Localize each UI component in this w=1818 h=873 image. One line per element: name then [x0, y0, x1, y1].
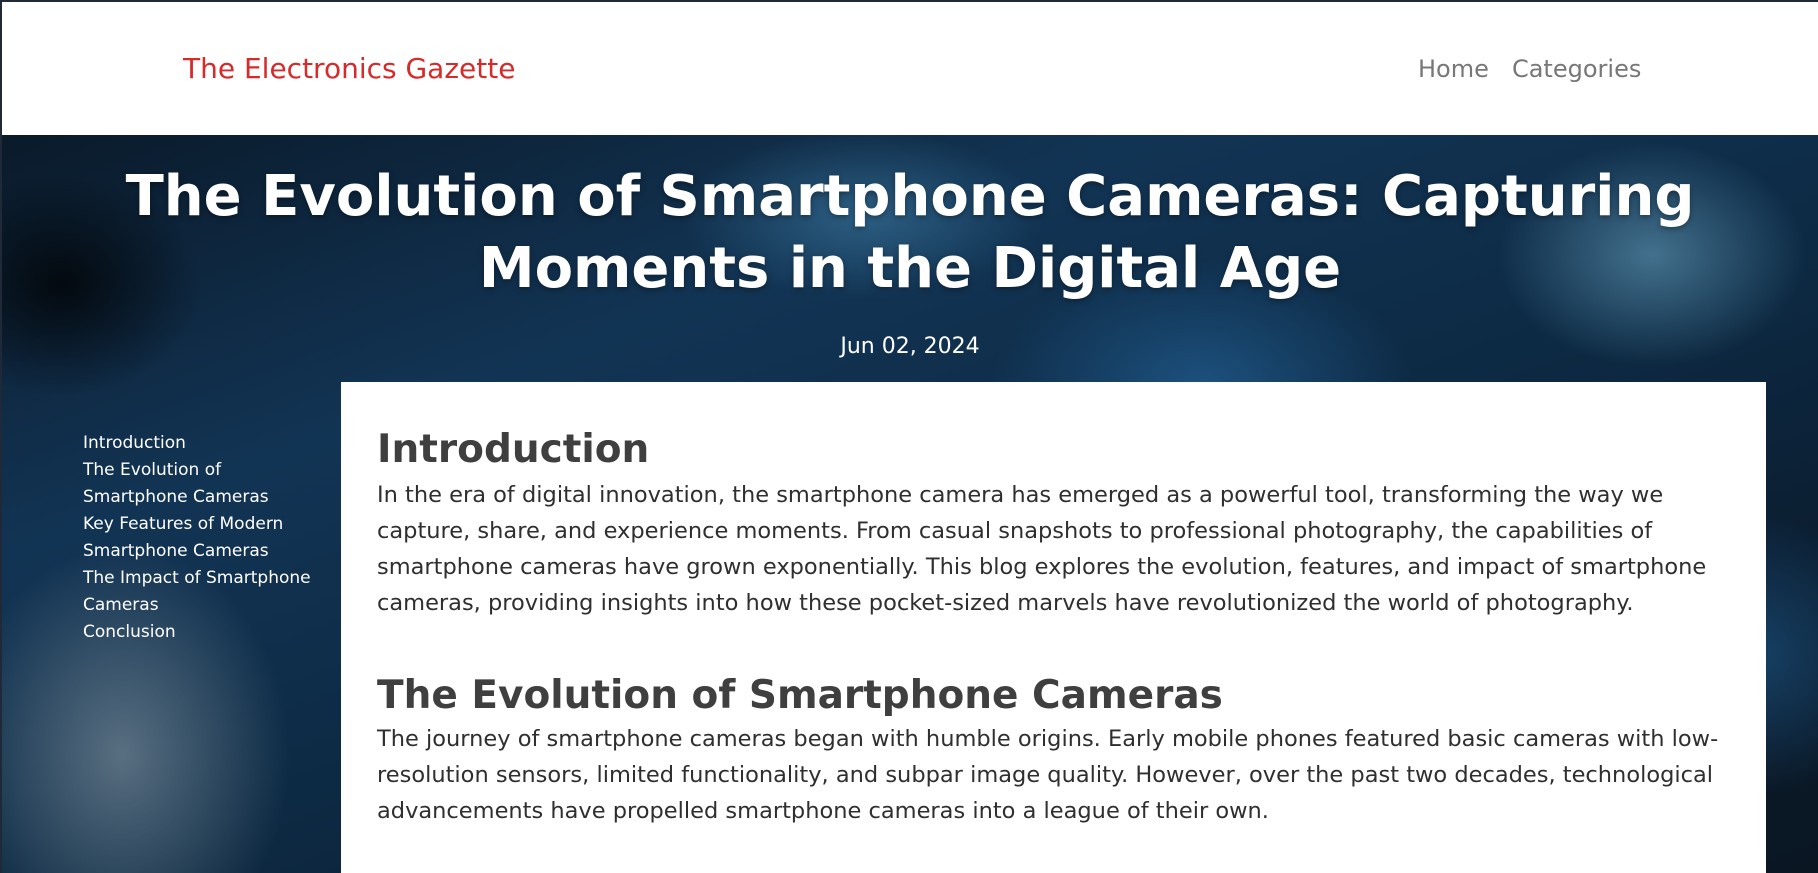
- toc-item-key-features[interactable]: Key Features of Modern Smartphone Camera…: [83, 511, 323, 565]
- nav-home-link[interactable]: Home: [1418, 55, 1489, 83]
- table-of-contents: Introduction The Evolution of Smartphone…: [83, 430, 323, 646]
- hero-banner: The Evolution of Smartphone Cameras: Cap…: [2, 135, 1818, 873]
- browser-viewport: The Electronics Gazette Home Categories …: [2, 2, 1818, 873]
- section-heading-introduction: Introduction: [377, 427, 650, 472]
- toc-item-evolution[interactable]: The Evolution of Smartphone Cameras: [83, 457, 323, 511]
- section-text-introduction: In the era of digital innovation, the sm…: [377, 482, 1707, 616]
- publish-date: Jun 02, 2024: [840, 334, 980, 359]
- toc-item-conclusion[interactable]: Conclusion: [83, 619, 323, 646]
- article-title: The Evolution of Smartphone Cameras: Cap…: [125, 164, 1695, 301]
- section-heading-evolution: The Evolution of Smartphone Cameras: [377, 673, 1223, 718]
- article-body: Introduction In the era of digital innov…: [341, 382, 1766, 873]
- toc-item-impact[interactable]: The Impact of Smartphone Cameras: [83, 565, 323, 619]
- site-brand-link[interactable]: The Electronics Gazette: [183, 52, 515, 85]
- section-text-evolution: The journey of smartphone cameras began …: [377, 726, 1719, 824]
- nav-categories-link[interactable]: Categories: [1512, 55, 1641, 83]
- main-nav: Home Categories: [1418, 55, 1659, 83]
- toc-item-introduction[interactable]: Introduction: [83, 430, 323, 457]
- site-header: The Electronics Gazette Home Categories: [2, 2, 1818, 135]
